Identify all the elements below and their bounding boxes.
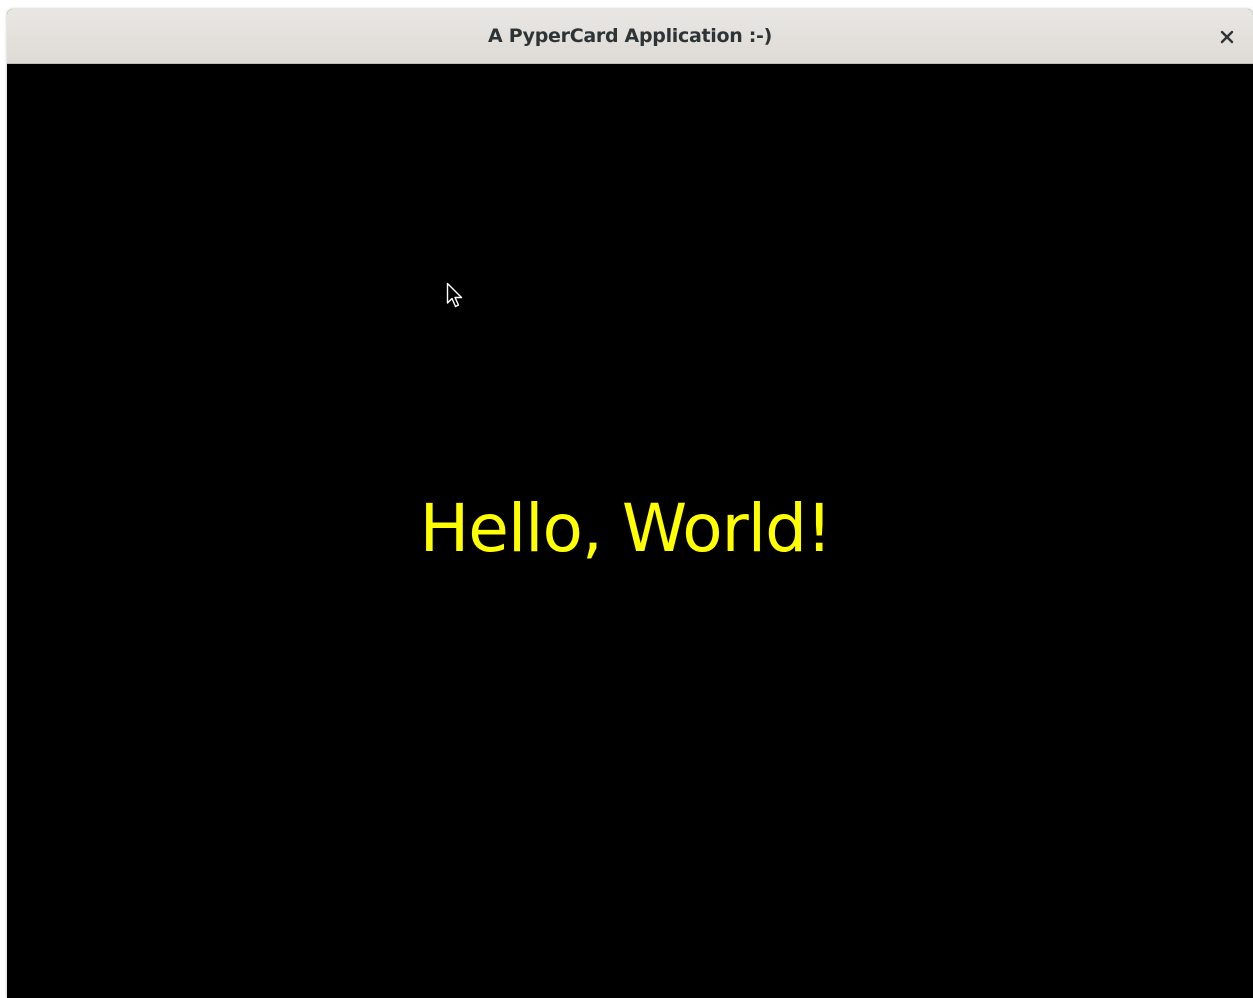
- hello-world-text: Hello, World!: [419, 490, 833, 567]
- close-button[interactable]: [1211, 21, 1243, 53]
- app-window: A PyperCard Application :-) Hello, World…: [7, 9, 1253, 998]
- mouse-pointer-icon: [446, 282, 463, 308]
- window-title: A PyperCard Application :-): [487, 25, 773, 47]
- card-canvas[interactable]: Hello, World!: [7, 64, 1253, 998]
- title-bar[interactable]: A PyperCard Application :-): [7, 9, 1253, 64]
- close-icon: [1220, 30, 1234, 44]
